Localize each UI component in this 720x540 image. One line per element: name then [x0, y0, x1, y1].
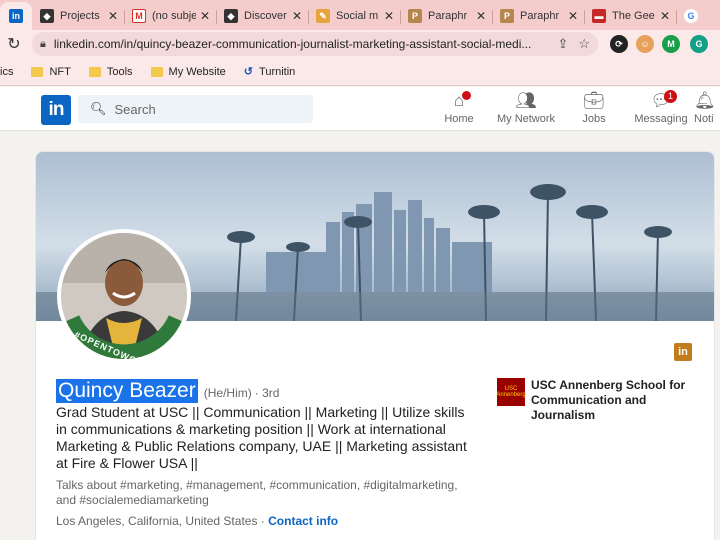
linkedin-icon: in — [9, 9, 23, 23]
profile-location: Los Angeles, California, United States — [56, 514, 258, 528]
browser-tab-strip: in ◆ Projects ✕ M (no subje ✕ ◆ Discover… — [0, 0, 720, 30]
sync-extension-icon[interactable]: ⟳ — [610, 35, 628, 53]
tab-linkedin[interactable]: in — [0, 2, 32, 30]
location-separator: · — [257, 514, 269, 528]
close-icon[interactable]: ✕ — [108, 9, 118, 23]
discover-icon: ◆ — [224, 9, 238, 23]
tab-google[interactable]: G — [676, 2, 716, 30]
search-input[interactable] — [114, 101, 295, 117]
gmail-icon: M — [132, 9, 146, 23]
linkedin-badge-icon[interactable]: in — [674, 343, 692, 361]
lock-icon: 🔒︎ — [40, 37, 46, 50]
linkedin-logo[interactable]: in — [41, 95, 71, 125]
folder-icon — [150, 66, 163, 77]
car-icon: ▬ — [592, 9, 606, 23]
turnitin-icon: ↺ — [243, 66, 254, 78]
close-icon[interactable]: ✕ — [384, 9, 394, 23]
home-icon: ⌂ — [424, 91, 494, 111]
notifications-icon: 🔔︎ — [694, 91, 716, 110]
usc-logo: USC Annenberg — [496, 378, 526, 406]
folder-icon — [88, 66, 101, 77]
tab-social[interactable]: ✎ Social m ✕ — [308, 2, 400, 30]
close-icon[interactable]: ✕ — [200, 9, 210, 23]
google-icon: G — [684, 9, 698, 23]
url-text: linkedin.com/in/quincy-beazer-communicat… — [53, 37, 532, 51]
close-icon[interactable]: ✕ — [476, 9, 486, 23]
grammarly-extension-icon[interactable]: G — [690, 35, 708, 53]
education-school[interactable]: USC Annenberg USC Annenberg School for C… — [496, 378, 697, 423]
bookmark-ics[interactable]: ics — [0, 66, 13, 78]
notification-dot — [462, 91, 471, 100]
bookmark-turnitin[interactable]: ↺ Turnitin — [243, 65, 296, 79]
profile-location-row: Los Angeles, California, United States ·… — [56, 514, 338, 528]
nav-jobs[interactable]: 💼︎ Jobs — [559, 91, 629, 129]
tab-the-gee[interactable]: ▬ The Gee ✕ — [584, 2, 676, 30]
tab-discover[interactable]: ◆ Discover ✕ — [216, 2, 308, 30]
profile-headline: Grad Student at USC || Communication || … — [56, 404, 467, 471]
bookmarks-bar: ics NFT Tools My Website ↺ Turnitin — [0, 58, 720, 86]
search-box[interactable]: 🔍︎ — [78, 95, 313, 123]
search-icon: 🔍︎ — [90, 101, 107, 116]
tab-paraphrase-1[interactable]: P Paraphr ✕ — [400, 2, 492, 30]
tab-projects[interactable]: ◆ Projects ✕ — [32, 2, 124, 30]
profile-name-row: Quincy Beazer (He/Him) · 3rd — [56, 379, 279, 403]
paraphrase-icon: P — [408, 9, 422, 23]
profile-photo: #OPENTOWORK — [61, 233, 187, 359]
folder-icon — [31, 66, 44, 77]
connection-degree: · 3rd — [254, 386, 280, 400]
address-bar[interactable]: 🔒︎ linkedin.com/in/quincy-beazer-communi… — [32, 32, 598, 56]
messaging-badge: 1 — [664, 90, 677, 103]
close-icon[interactable]: ✕ — [568, 9, 578, 23]
network-icon: 👥︎ — [515, 91, 537, 110]
nav-home[interactable]: ⌂ Home — [424, 91, 494, 129]
close-icon[interactable]: ✕ — [292, 9, 302, 23]
bookmark-my-website[interactable]: My Website — [150, 66, 226, 78]
social-icon: ✎ — [316, 9, 330, 23]
jobs-icon: 💼︎ — [583, 91, 605, 110]
im-extension-icon[interactable]: M — [662, 35, 680, 53]
tab-gmail[interactable]: M (no subje ✕ — [124, 2, 216, 30]
reload-icon[interactable]: ↻ — [0, 34, 28, 54]
linkedin-header: in 🔍︎ ⌂ Home 👥︎ My Network 💼︎ Jobs 💬︎1 M… — [0, 87, 720, 131]
nav-my-network[interactable]: 👥︎ My Network — [491, 91, 561, 129]
school-name: USC Annenberg School for Communication a… — [531, 378, 686, 422]
profile-name: Quincy Beazer — [56, 379, 198, 403]
nav-notifications[interactable]: 🔔︎ Noti — [694, 91, 720, 129]
projects-icon: ◆ — [40, 9, 54, 23]
bookmark-nft[interactable]: NFT — [31, 66, 71, 78]
messaging-icon: 💬︎ 1 — [626, 90, 696, 111]
profile-pronouns: (He/Him) — [203, 386, 252, 400]
nav-messaging[interactable]: 💬︎ 1 Messaging — [626, 90, 696, 129]
tab-paraphrase-2[interactable]: P Paraphr ✕ — [492, 2, 584, 30]
browser-toolbar: ↻ 🔒︎ linkedin.com/in/quincy-beazer-commu… — [0, 30, 720, 58]
profile-avatar[interactable]: #OPENTOWORK — [57, 229, 191, 363]
profile-talks-about: Talks about #marketing, #management, #co… — [56, 478, 458, 507]
share-icon[interactable]: ⇪ — [557, 36, 568, 52]
paraphrase-icon: P — [500, 9, 514, 23]
close-icon[interactable]: ✕ — [660, 9, 670, 23]
profile-extension-icon[interactable]: ☺ — [636, 35, 654, 53]
bookmark-tools[interactable]: Tools — [88, 66, 133, 78]
contact-info-link[interactable]: Contact info — [268, 514, 338, 528]
bookmark-star-icon[interactable]: ☆ — [578, 36, 590, 52]
